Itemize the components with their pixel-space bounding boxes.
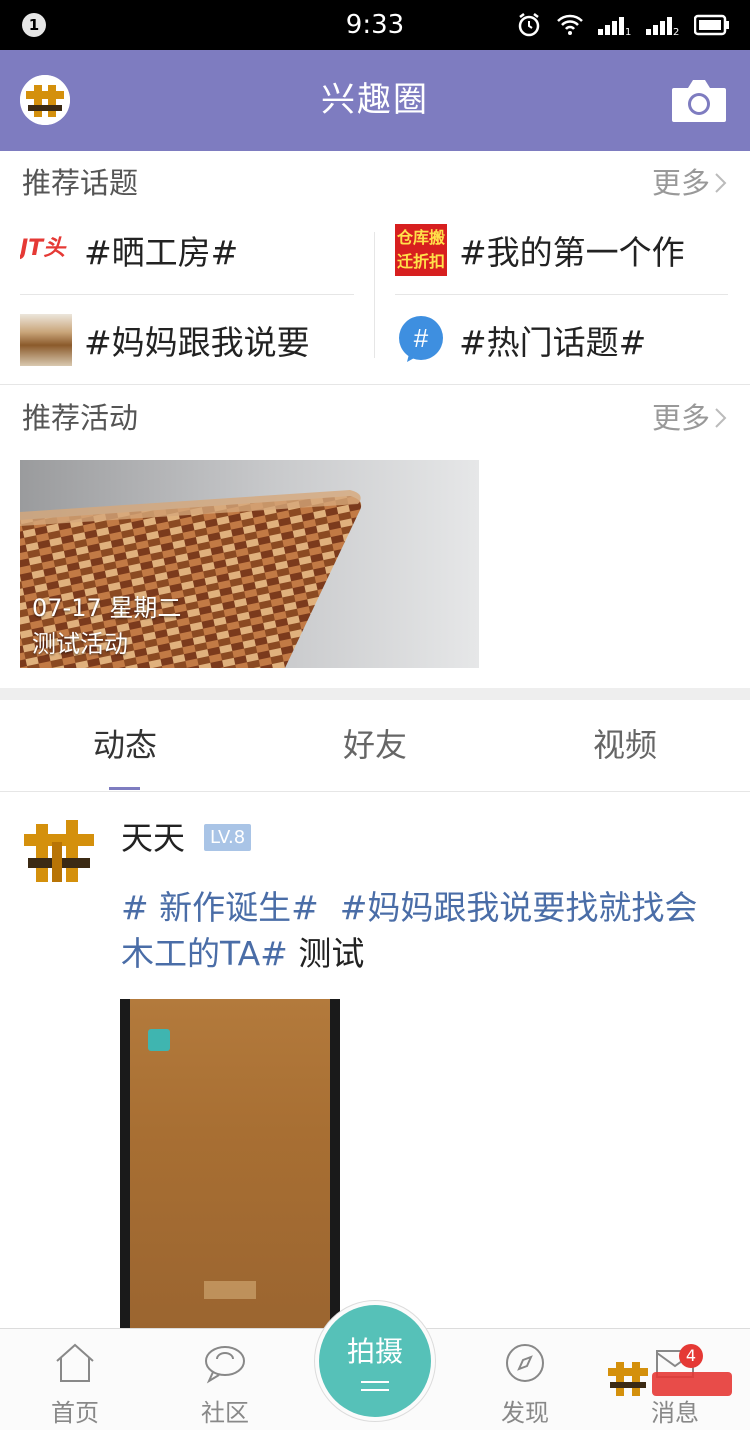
section-divider <box>0 384 750 385</box>
topic-label: #热门话题# <box>459 323 647 362</box>
hashtag-icon: # <box>399 316 443 362</box>
status-bar: 1 9:33 1 2 <box>0 0 750 50</box>
topic-label: #我的第一个作 <box>459 233 685 272</box>
post-text: 测试 <box>298 934 365 973</box>
wifi-icon <box>557 14 583 35</box>
topic-thumbnail: # <box>395 314 447 366</box>
topic-thumb-text: 仓库搬迁折扣清 <box>397 228 446 271</box>
post-avatar[interactable] <box>22 818 96 888</box>
menu-lines-icon <box>361 1381 389 1391</box>
chevron-right-icon <box>715 408 727 428</box>
nav-label: 社区 <box>201 1399 249 1427</box>
topic-thumbnail <box>20 314 72 366</box>
image-overlay-block <box>204 1281 256 1299</box>
post-image[interactable] <box>120 999 340 1329</box>
nav-label: 发现 <box>501 1399 549 1427</box>
topic-thumbnail: JT头 <box>20 224 72 276</box>
compass-icon <box>506 1344 544 1382</box>
topic-label: #妈妈跟我说要 <box>84 323 310 362</box>
alarm-icon <box>518 13 540 37</box>
activities-more-link[interactable]: 更多 <box>652 386 728 450</box>
nav-label: 首页 <box>51 1399 99 1427</box>
signal-2-icon: 2 <box>646 17 679 37</box>
more-label: 更多 <box>651 401 710 435</box>
tab-video[interactable]: 视频 <box>500 700 750 791</box>
topic-column-divider <box>374 232 375 358</box>
topic-item[interactable]: #妈妈跟我说要 <box>20 295 360 385</box>
activity-card[interactable]: 07-17 星期二 测试活动 <box>20 460 479 668</box>
topic-item[interactable]: # #热门话题# <box>395 295 735 385</box>
app-header: 兴趣圈 <box>0 50 750 151</box>
section-spacer <box>0 688 750 700</box>
shoot-button[interactable]: 拍摄 <box>319 1305 431 1417</box>
active-tab-indicator <box>109 787 140 790</box>
chevron-right-icon <box>715 173 727 193</box>
nav-discover[interactable]: 发现 <box>450 1329 600 1430</box>
tabs-divider <box>0 791 750 792</box>
battery-icon <box>694 14 729 36</box>
topic-item[interactable]: 仓库搬迁折扣清 #我的第一个作 <box>395 205 735 295</box>
home-icon <box>56 1343 94 1382</box>
post-tag[interactable]: # 新作诞生# <box>121 888 319 927</box>
topic-label: #晒工房# <box>84 233 239 272</box>
tab-friends[interactable]: 好友 <box>250 700 500 791</box>
user-level-badge: LV.8 <box>204 824 252 851</box>
feed-tabs: 动态 好友 视频 <box>0 700 750 791</box>
svg-text:1: 1 <box>625 27 631 37</box>
activities-section-title: 推荐活动 <box>22 401 139 435</box>
post-content: # 新作诞生# #妈妈跟我说要找就找会木工的TA# 测试 <box>121 885 721 977</box>
chat-icon <box>205 1346 245 1384</box>
shoot-label: 拍摄 <box>346 1335 403 1368</box>
topic-item[interactable]: JT头 #晒工房# <box>20 205 360 295</box>
activity-date: 07-17 星期二 <box>32 594 182 622</box>
watermark-logo <box>608 1362 732 1396</box>
page-title: 兴趣圈 <box>321 80 429 120</box>
tab-dynamic[interactable]: 动态 <box>0 700 250 791</box>
signal-icon: 1 <box>598 17 631 37</box>
app-icon <box>148 1029 170 1051</box>
topic-thumbnail: 仓库搬迁折扣清 <box>395 224 447 276</box>
svg-text:2: 2 <box>673 27 679 37</box>
camera-icon[interactable] <box>670 78 728 124</box>
topic-thumb-text: # <box>414 323 429 353</box>
activities-section-header: 推荐活动 更多 <box>0 386 750 450</box>
post-username[interactable]: 天天 <box>121 815 185 861</box>
topic-thumb-text: JT头 <box>20 236 66 261</box>
activity-name: 测试活动 <box>32 630 128 658</box>
status-icons: 1 2 <box>516 10 730 40</box>
nav-home[interactable]: 首页 <box>0 1329 150 1430</box>
nav-community[interactable]: 社区 <box>150 1329 300 1430</box>
